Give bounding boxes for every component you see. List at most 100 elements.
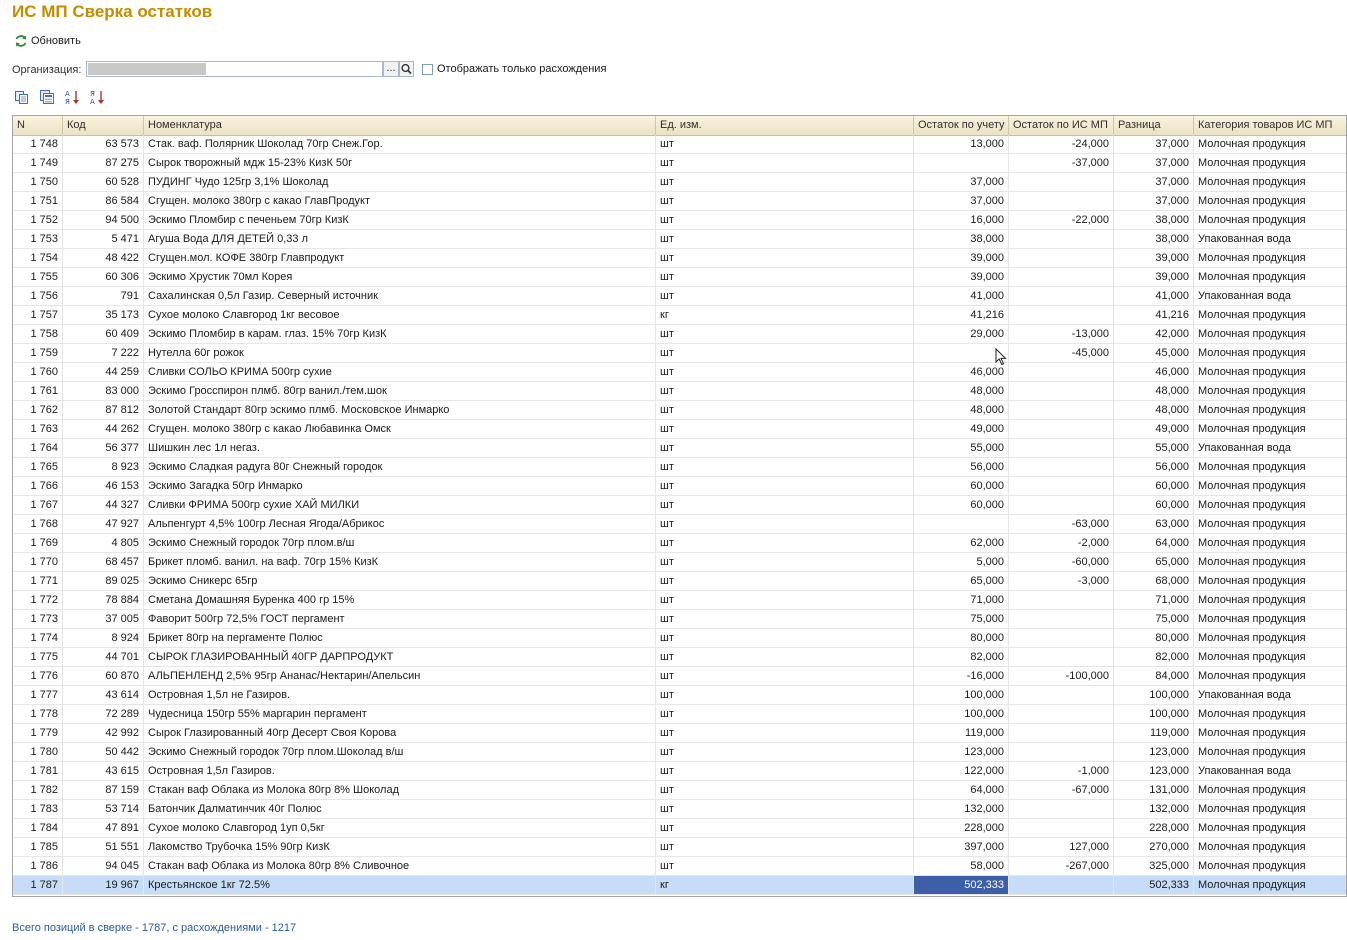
cell-n[interactable]: 1 749 [13,154,63,172]
cell-n[interactable]: 1 768 [13,515,63,533]
cell-unit[interactable]: шт [656,838,914,856]
cell-unit[interactable]: кг [656,876,914,894]
column-header-code[interactable]: Код [63,116,144,135]
cell-code[interactable]: 19 967 [63,876,144,894]
cell-stock-ismp[interactable]: -13,000 [1009,325,1114,343]
cell-category[interactable]: Молочная продукция [1194,249,1346,267]
table-row[interactable]: 1 760 44 259 Сливки СОЛЬО КРИМА 500гр сухи… [13,363,1346,382]
cell-n[interactable]: 1 785 [13,838,63,856]
cell-n[interactable]: 1 779 [13,724,63,742]
table-row[interactable]: 1 759 7 222 Нутелла 60г рожок шт -45,000 45,0… [13,344,1346,363]
cell-category[interactable]: Молочная продукция [1194,629,1346,647]
cell-stock-accounting[interactable]: 71,000 [914,591,1009,609]
cell-stock-ismp[interactable]: -37,000 [1009,154,1114,172]
cell-nomenclature[interactable]: Эскимо Сникерс 65гр [144,572,656,590]
cell-code[interactable]: 68 457 [63,553,144,571]
cell-code[interactable]: 87 812 [63,401,144,419]
cell-n[interactable]: 1 758 [13,325,63,343]
cell-stock-ismp[interactable]: -1,000 [1009,762,1114,780]
cell-n[interactable]: 1 784 [13,819,63,837]
cell-unit[interactable]: шт [656,135,914,153]
cell-nomenclature[interactable]: Золотой Стандарт 80гр эскимо плмб. Моско… [144,401,656,419]
cell-difference[interactable]: 63,000 [1114,515,1194,533]
cell-stock-accounting[interactable]: 16,000 [914,211,1009,229]
cell-stock-accounting[interactable]: 502,333 [914,876,1009,894]
cell-stock-ismp[interactable] [1009,648,1114,666]
cell-difference[interactable]: 60,000 [1114,477,1194,495]
cell-n[interactable]: 1 756 [13,287,63,305]
cell-difference[interactable]: 65,000 [1114,553,1194,571]
cell-unit[interactable]: шт [656,496,914,514]
cell-code[interactable]: 4 805 [63,534,144,552]
cell-difference[interactable]: 119,000 [1114,724,1194,742]
table-row[interactable]: 1 784 47 891 Сухое молоко Славгород 1уп 0,… [13,819,1346,838]
cell-category[interactable]: Молочная продукция [1194,743,1346,761]
cell-unit[interactable]: кг [656,306,914,324]
table-row[interactable]: 1 761 83 000 Эскимо Гросспирон плмб. 80гр … [13,382,1346,401]
cell-code[interactable]: 53 714 [63,800,144,818]
cell-unit[interactable]: шт [656,211,914,229]
copy-list-button[interactable] [38,88,56,105]
cell-code[interactable]: 47 891 [63,819,144,837]
cell-difference[interactable]: 64,000 [1114,534,1194,552]
cell-unit[interactable]: шт [656,800,914,818]
table-row[interactable]: 1 758 60 409 Эскимо Пломбир в карам. глаз.… [13,325,1346,344]
cell-category[interactable]: Молочная продукция [1194,610,1346,628]
cell-nomenclature[interactable]: Сырок творожный мдж 15-23% КизК 50г [144,154,656,172]
cell-stock-ismp[interactable] [1009,800,1114,818]
cell-n[interactable]: 1 787 [13,876,63,894]
cell-category[interactable]: Молочная продукция [1194,534,1346,552]
cell-stock-accounting[interactable]: 62,000 [914,534,1009,552]
cell-unit[interactable]: шт [656,534,914,552]
cell-difference[interactable]: 228,000 [1114,819,1194,837]
table-row[interactable]: 1 748 63 573 Стак. ваф. Полярник Шоколад 7… [13,135,1346,154]
cell-category[interactable]: Молочная продукция [1194,838,1346,856]
cell-difference[interactable]: 270,000 [1114,838,1194,856]
table-row[interactable]: 1 778 72 289 Чудесница 150гр 55% маргарин … [13,705,1346,724]
cell-stock-ismp[interactable] [1009,249,1114,267]
cell-unit[interactable]: шт [656,819,914,837]
table-row[interactable]: 1 755 60 306 Эскимо Хрустик 70мл Корея шт 39… [13,268,1346,287]
cell-stock-accounting[interactable]: 38,000 [914,230,1009,248]
cell-category[interactable]: Молочная продукция [1194,553,1346,571]
cell-unit[interactable]: шт [656,420,914,438]
cell-n[interactable]: 1 752 [13,211,63,229]
cell-category[interactable]: Молочная продукция [1194,667,1346,685]
table-row[interactable]: 1 751 86 584 Сгущен. молоко 380гр с какао … [13,192,1346,211]
cell-stock-accounting[interactable]: 80,000 [914,629,1009,647]
cell-unit[interactable]: шт [656,553,914,571]
cell-unit[interactable]: шт [656,572,914,590]
cell-difference[interactable]: 39,000 [1114,249,1194,267]
cell-code[interactable]: 60 870 [63,667,144,685]
cell-difference[interactable]: 60,000 [1114,496,1194,514]
cell-stock-ismp[interactable] [1009,268,1114,286]
copy-button[interactable] [13,88,31,105]
cell-code[interactable]: 89 025 [63,572,144,590]
cell-category[interactable]: Упакованная вода [1194,686,1346,704]
cell-code[interactable]: 94 500 [63,211,144,229]
cell-n[interactable]: 1 774 [13,629,63,647]
cell-stock-accounting[interactable]: -16,000 [914,667,1009,685]
cell-code[interactable]: 44 259 [63,363,144,381]
cell-code[interactable]: 60 528 [63,173,144,191]
cell-stock-ismp[interactable] [1009,705,1114,723]
cell-n[interactable]: 1 773 [13,610,63,628]
cell-n[interactable]: 1 764 [13,439,63,457]
cell-code[interactable]: 47 927 [63,515,144,533]
cell-difference[interactable]: 38,000 [1114,211,1194,229]
cell-stock-ismp[interactable]: -100,000 [1009,667,1114,685]
table-row[interactable]: 1 771 89 025 Эскимо Сникерс 65гр шт 65,000 -3… [13,572,1346,591]
cell-unit[interactable]: шт [656,686,914,704]
table-row[interactable]: 1 781 43 615 Островная 1,5л Газиров. шт 122,… [13,762,1346,781]
cell-nomenclature[interactable]: Эскимо Сладкая радуга 80г Снежный городо… [144,458,656,476]
cell-difference[interactable]: 41,216 [1114,306,1194,324]
cell-category[interactable]: Молочная продукция [1194,173,1346,191]
cell-nomenclature[interactable]: Стакан ваф Облака из Молока 80гр 8% Шоко… [144,781,656,799]
column-header-unit[interactable]: Ед. изм. [656,116,914,135]
cell-difference[interactable]: 37,000 [1114,192,1194,210]
cell-nomenclature[interactable]: Шишкин лес 1л негаз. [144,439,656,457]
cell-nomenclature[interactable]: Эскимо Снежный городок 70гр плом.в/ш [144,534,656,552]
cell-code[interactable]: 44 327 [63,496,144,514]
cell-unit[interactable]: шт [656,610,914,628]
cell-unit[interactable]: шт [656,857,914,875]
